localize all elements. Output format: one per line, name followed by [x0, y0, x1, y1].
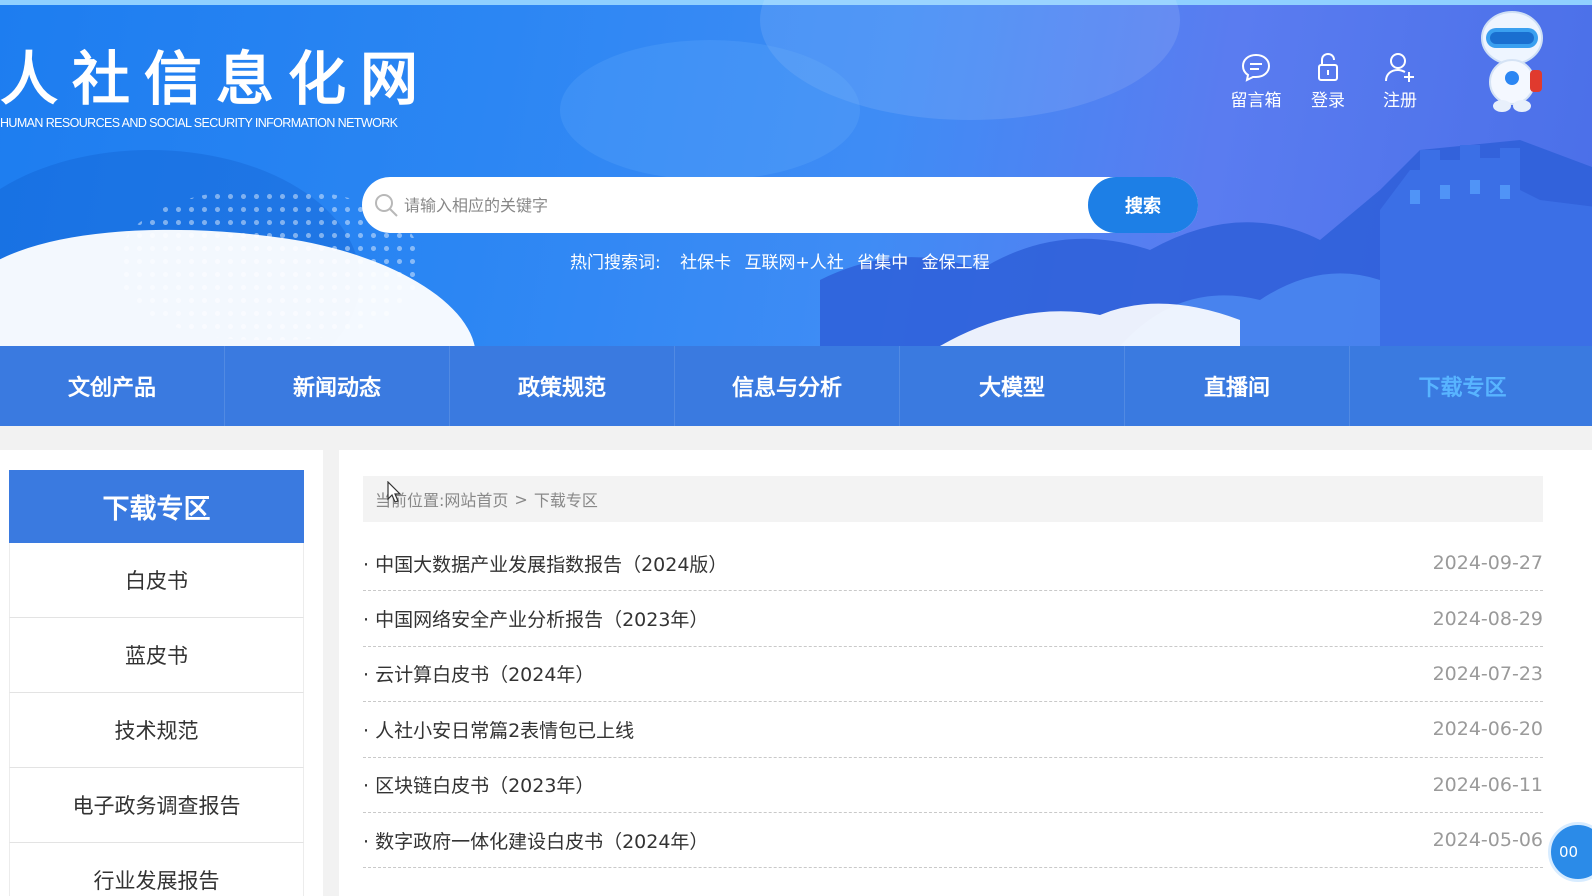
- sidebar-item-tech-spec[interactable]: 技术规范: [9, 693, 304, 768]
- top-actions: 留言箱 登录 注册: [1220, 50, 1436, 111]
- list-item: · 中国大数据产业发展指数报告（2024版） 2024-09-27: [363, 536, 1543, 592]
- hot-term-link[interactable]: 社保卡: [680, 253, 731, 273]
- article-date: 2024-06-11: [1432, 773, 1543, 796]
- breadcrumb-home-link[interactable]: 网站首页: [444, 487, 508, 511]
- lock-icon: [1318, 52, 1338, 81]
- nav-item-cultural-products[interactable]: 文创产品: [0, 346, 225, 426]
- add-user-icon: [1385, 53, 1414, 82]
- great-wall-illustration: [820, 140, 1592, 346]
- robot-mascot[interactable]: [1476, 10, 1548, 114]
- login-button[interactable]: 登录: [1292, 50, 1364, 111]
- nav-item-news[interactable]: 新闻动态: [225, 346, 450, 426]
- search-input[interactable]: [404, 185, 1088, 225]
- register-button[interactable]: 注册: [1364, 50, 1436, 111]
- list-item: · 数字政府一体化建设白皮书（2024年） 2024-05-06: [363, 813, 1543, 869]
- search-button[interactable]: 搜索: [1088, 177, 1198, 233]
- message-box-label: 留言箱: [1230, 91, 1282, 111]
- nav-item-large-model[interactable]: 大模型: [900, 346, 1125, 426]
- header-banner: 人社信息化网 HUMAN RESOURCES AND SOCIAL SECURI…: [0, 0, 1592, 346]
- sidebar: 下载专区 白皮书 蓝皮书 技术规范 电子政务调查报告 行业发展报告: [0, 450, 323, 896]
- hot-search-label: 热门搜索词:: [570, 253, 661, 273]
- message-icon: [1241, 53, 1271, 82]
- main-content: 当前位置: 网站首页 > 下载专区 · 中国大数据产业发展指数报告（2024版）…: [339, 450, 1592, 896]
- list-item: · 云计算白皮书（2024年） 2024-07-23: [363, 647, 1543, 703]
- hot-term-link[interactable]: 金保工程: [922, 253, 990, 273]
- mouse-cursor-icon: [387, 481, 401, 503]
- main-nav: 文创产品 新闻动态 政策规范 信息与分析 大模型 直播间 下载专区: [0, 346, 1592, 426]
- hot-term-link[interactable]: 互联网+人社: [745, 253, 844, 273]
- article-date: 2024-05-06: [1432, 829, 1543, 852]
- article-title-link[interactable]: · 中国网络安全产业分析报告（2023年）: [363, 605, 708, 632]
- list-item: · 区块链白皮书（2023年） 2024-06-11: [363, 758, 1543, 813]
- sidebar-menu: 白皮书 蓝皮书 技术规范 电子政务调查报告 行业发展报告: [9, 543, 304, 896]
- hot-search-terms: 热门搜索词: 社保卡 互联网+人社 省集中 金保工程: [570, 248, 998, 273]
- article-date: 2024-06-20: [1432, 718, 1543, 741]
- article-title-link[interactable]: · 区块链白皮书（2023年）: [363, 771, 594, 798]
- article-list: · 中国大数据产业发展指数报告（2024版） 2024-09-27 · 中国网络…: [363, 536, 1543, 869]
- search-icon: [375, 194, 398, 217]
- nav-item-live[interactable]: 直播间: [1125, 346, 1350, 426]
- site-title: 人社信息化网: [0, 47, 433, 112]
- article-title-link[interactable]: · 数字政府一体化建设白皮书（2024年）: [363, 827, 708, 854]
- breadcrumb-separator: >: [514, 489, 528, 509]
- list-item: · 人社小安日常篇2表情包已上线 2024-06-20: [363, 702, 1543, 758]
- breadcrumb-prefix: 当前位置:: [375, 491, 445, 510]
- site-subtitle: HUMAN RESOURCES AND SOCIAL SECURITY INFO…: [0, 116, 398, 130]
- hot-term-link[interactable]: 省集中: [857, 253, 908, 273]
- sidebar-item-egov-report[interactable]: 电子政务调查报告: [9, 768, 304, 843]
- article-date: 2024-09-27: [1432, 552, 1543, 575]
- nav-item-info-analysis[interactable]: 信息与分析: [675, 346, 900, 426]
- list-item: · 中国网络安全产业分析报告（2023年） 2024-08-29: [363, 591, 1543, 647]
- article-date: 2024-08-29: [1432, 607, 1543, 630]
- article-date: 2024-07-23: [1432, 662, 1543, 685]
- sidebar-title: 下载专区: [9, 470, 304, 543]
- site-logo[interactable]: 人社信息化网 HUMAN RESOURCES AND SOCIAL SECURI…: [0, 46, 432, 130]
- breadcrumb: 当前位置: 网站首页 > 下载专区: [363, 476, 1543, 522]
- article-title-link[interactable]: · 人社小安日常篇2表情包已上线: [363, 716, 634, 743]
- search-bar: 搜索: [362, 177, 1198, 233]
- login-label: 登录: [1311, 91, 1345, 111]
- breadcrumb-current: 下载专区: [533, 491, 598, 510]
- article-title-link[interactable]: · 中国大数据产业发展指数报告（2024版）: [363, 550, 727, 577]
- sidebar-item-industry-report[interactable]: 行业发展报告: [9, 843, 304, 896]
- nav-item-downloads[interactable]: 下载专区: [1350, 346, 1575, 426]
- article-title-link[interactable]: · 云计算白皮书（2024年）: [363, 660, 594, 687]
- nav-item-policy[interactable]: 政策规范: [450, 346, 675, 426]
- banner-glow: [560, 40, 860, 180]
- sidebar-item-white-paper[interactable]: 白皮书: [9, 543, 304, 618]
- sidebar-item-blue-book[interactable]: 蓝皮书: [9, 618, 304, 693]
- message-box-button[interactable]: 留言箱: [1220, 50, 1292, 111]
- register-label: 注册: [1383, 91, 1417, 111]
